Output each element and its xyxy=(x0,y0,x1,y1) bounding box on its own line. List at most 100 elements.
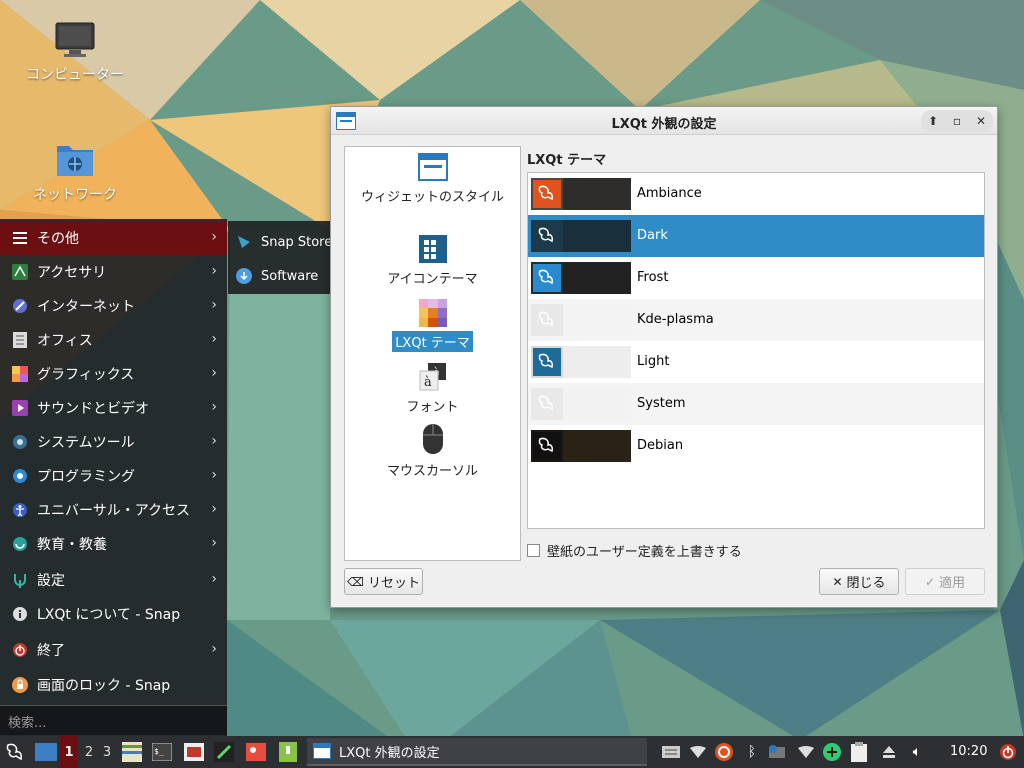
category-mouse-cursor[interactable]: マウスカーソル xyxy=(345,423,520,480)
desktop-switch-1[interactable]: 1 xyxy=(60,736,78,768)
menu-item-lock-screen[interactable]: 画面のロック - Snap xyxy=(0,668,227,702)
menu-item-settings[interactable]: 設定 › xyxy=(0,563,227,597)
svg-text:à: à xyxy=(424,375,432,390)
tray-wifi[interactable] xyxy=(688,736,708,768)
tag-app-icon xyxy=(214,742,234,762)
quicklaunch-archive[interactable] xyxy=(276,736,300,768)
clock[interactable]: 10:20 xyxy=(950,744,987,759)
theme-row[interactable]: Dark xyxy=(528,215,984,257)
menu-item-label: その他 xyxy=(37,231,79,247)
menu-search-input[interactable]: 検索... xyxy=(0,705,227,735)
menu-item-system-tools[interactable]: システムツール › xyxy=(0,425,227,459)
tray-network[interactable] xyxy=(796,736,816,768)
theme-preview-image xyxy=(531,430,631,462)
chevron-right-icon: › xyxy=(211,501,217,517)
close-button[interactable]: ✕ 閉じる xyxy=(819,568,899,595)
restore-icon[interactable]: ▫ xyxy=(947,111,967,131)
list-icon xyxy=(12,230,28,246)
quicklaunch-image-viewer[interactable] xyxy=(244,736,268,768)
category-lxqt-theme[interactable]: LXQt テーマ xyxy=(345,299,520,352)
menu-item-education[interactable]: 教育・教養 › xyxy=(0,527,227,561)
chevron-right-icon: › xyxy=(211,571,217,587)
checkbox-box[interactable] xyxy=(527,544,540,557)
taskbar: 1 2 3 $_ LXQt 外観の設定 ᛒ 🔈︎ 10:20 xyxy=(0,736,1024,768)
tray-notification[interactable] xyxy=(766,736,788,768)
override-wallpaper-checkbox[interactable]: 壁紙のユーザー定義を上書きする xyxy=(527,541,742,560)
quicklaunch-app-4[interactable] xyxy=(212,736,236,768)
theme-row[interactable]: Frost xyxy=(528,257,984,299)
tray-app-green[interactable] xyxy=(820,736,844,768)
tray-clipboard[interactable] xyxy=(848,736,870,768)
category-font[interactable]: è à フォント xyxy=(345,363,520,416)
menu-item-accessibility[interactable]: ユニバーサル・アクセス › xyxy=(0,493,227,527)
menu-item-internet[interactable]: インターネット › xyxy=(0,289,227,323)
menu-item-programming[interactable]: プログラミング › xyxy=(0,459,227,493)
menu-item-label: オフィス xyxy=(37,333,93,349)
reset-label: リセット xyxy=(367,576,420,591)
dialog-titlebar[interactable]: LXQt 外観の設定 ⬆ ▫ ✕ xyxy=(331,107,997,135)
menu-item-accessories[interactable]: アクセサリ › xyxy=(0,255,227,289)
desktop-switch-2[interactable]: 2 xyxy=(80,736,98,768)
theme-row[interactable]: Ambiance xyxy=(528,173,984,215)
show-desktop-icon xyxy=(35,743,57,761)
window-controls: ⬆ ▫ ✕ xyxy=(921,110,993,132)
reset-button[interactable]: ⌫ リセット xyxy=(344,568,423,595)
theme-preview-image xyxy=(531,346,631,378)
desktop-number: 1 xyxy=(64,744,74,760)
desktop-icon-label: コンピューター xyxy=(26,67,124,83)
menu-item-label: LXQt について - Snap xyxy=(37,607,181,623)
menu-item-other[interactable]: その他 › xyxy=(0,221,227,255)
theme-list[interactable]: Ambiance Dark Frost Kde-plasma Light System De… xyxy=(527,172,985,529)
quicklaunch-screenshot[interactable] xyxy=(182,736,206,768)
task-button-label: LXQt 外観の設定 xyxy=(339,745,440,761)
theme-row[interactable]: Light xyxy=(528,341,984,383)
tray-bluetooth[interactable]: ᛒ xyxy=(742,736,762,768)
menu-item-label: 設定 xyxy=(37,573,65,589)
tray-update[interactable] xyxy=(712,736,736,768)
update-icon xyxy=(715,743,733,761)
submenu-item-label: Software xyxy=(261,268,319,284)
menu-item-office[interactable]: オフィス › xyxy=(0,323,227,357)
quicklaunch-terminal[interactable]: $_ xyxy=(150,736,174,768)
backspace-icon: ⌫ xyxy=(347,574,364,589)
lock-icon xyxy=(12,677,28,693)
chevron-right-icon: › xyxy=(211,399,217,415)
education-icon xyxy=(12,536,28,552)
maximize-up-icon[interactable]: ⬆ xyxy=(923,111,943,131)
menu-item-label: 画面のロック - Snap xyxy=(37,678,171,694)
quicklaunch-file-manager[interactable] xyxy=(120,736,144,768)
category-icon-theme[interactable]: アイコンテーマ xyxy=(345,235,520,288)
tray-keyboard[interactable] xyxy=(660,736,682,768)
menu-item-label: システムツール xyxy=(37,435,135,451)
tray-eject[interactable] xyxy=(878,736,900,768)
theme-name: Debian xyxy=(637,438,684,453)
menu-item-label: ユニバーサル・アクセス xyxy=(37,503,191,519)
menu-item-multimedia[interactable]: サウンドとビデオ › xyxy=(0,391,227,425)
desktop-icon-computer[interactable]: コンピューター xyxy=(15,22,135,84)
show-desktop-button[interactable] xyxy=(34,736,58,768)
chevron-right-icon: › xyxy=(211,467,217,483)
close-icon[interactable]: ✕ xyxy=(971,111,991,131)
theme-name: System xyxy=(637,396,686,411)
desktop-switch-3[interactable]: 3 xyxy=(98,736,116,768)
software-icon xyxy=(236,268,252,284)
theme-row[interactable]: Debian xyxy=(528,425,984,467)
desktop-icon-network[interactable]: ネットワーク xyxy=(15,140,135,204)
desktop-number: 3 xyxy=(102,744,112,760)
screenshot-icon xyxy=(184,743,204,761)
theme-name: Kde-plasma xyxy=(637,312,714,327)
theme-row[interactable]: System xyxy=(528,383,984,425)
category-widget-style[interactable]: ウィジェットのスタイル xyxy=(345,153,520,206)
chevron-right-icon: › xyxy=(211,263,217,279)
menu-item-about-lxqt[interactable]: LXQt について - Snap xyxy=(0,597,227,631)
menu-item-graphics[interactable]: グラフィックス › xyxy=(0,357,227,391)
theme-row[interactable]: Kde-plasma xyxy=(528,299,984,341)
category-label: フォント xyxy=(406,400,459,415)
tray-volume[interactable]: 🔈︎ xyxy=(906,736,928,768)
power-button[interactable] xyxy=(996,736,1020,768)
menu-item-leave[interactable]: 終了 › xyxy=(0,633,227,667)
main-menu-button[interactable] xyxy=(0,736,30,768)
apply-button[interactable]: ✓ 適用 xyxy=(905,568,985,595)
task-button-appearance[interactable]: LXQt 外観の設定 xyxy=(307,738,647,766)
chevron-right-icon: › xyxy=(211,433,217,449)
